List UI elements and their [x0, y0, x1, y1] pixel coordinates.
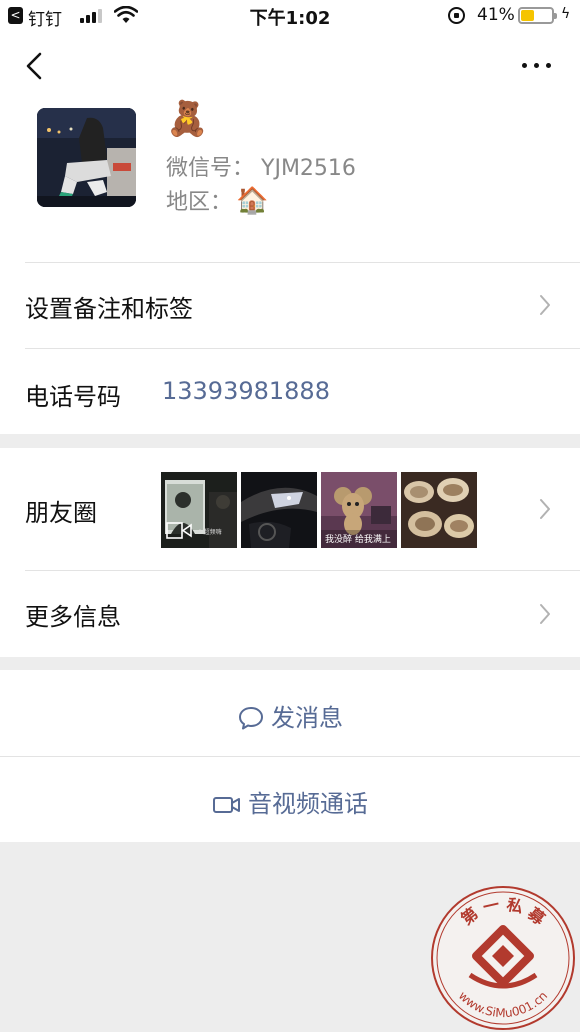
chat-bubble-icon	[239, 707, 263, 730]
more-info-row[interactable]: 更多信息	[0, 570, 580, 657]
video-call-action: 音视频通话	[0, 784, 580, 819]
send-message-label: 发消息	[271, 704, 343, 732]
moment-thumb-oysters	[401, 472, 477, 548]
remark-tags-row[interactable]: 设置备注和标签	[0, 262, 580, 348]
send-message-action: 发消息	[0, 698, 580, 733]
wechat-id-row: 微信号： YJM2516	[166, 150, 356, 182]
moment-thumb-video: ᐅ超频嗨	[161, 472, 237, 548]
moment-thumb-video-caption: ᐅ超频嗨	[199, 529, 222, 536]
chevron-right-icon	[540, 295, 550, 315]
moment-thumb-caption: 我没醉 给我满上	[325, 535, 391, 545]
actions-card: 发消息 音视频通话	[0, 670, 580, 842]
video-camera-icon	[213, 797, 240, 813]
orientation-lock-icon	[448, 7, 465, 24]
video-call-button[interactable]: 音视频通话	[0, 756, 580, 842]
moment-thumb-meme: 我没醉 给我满上	[321, 472, 397, 548]
phone-label: 电话号码	[25, 383, 121, 411]
moments-card: 朋友圈 ᐅ超频嗨 我没醉 给我满上 更多信息	[0, 448, 580, 657]
moments-label: 朋友圈	[25, 499, 97, 527]
status-bar: < 钉钉 下午1:02 41% ϟ	[0, 0, 580, 32]
send-message-button[interactable]: 发消息	[0, 670, 580, 756]
wechat-id-value: YJM2516	[261, 156, 356, 181]
video-call-label: 音视频通话	[248, 790, 368, 818]
moments-row[interactable]: 朋友圈 ᐅ超频嗨 我没醉 给我满上	[0, 448, 580, 570]
battery-percent: 41%	[477, 5, 515, 25]
chevron-right-icon	[540, 499, 550, 519]
nickname: 🧸	[166, 99, 209, 139]
charging-bolt-icon: ϟ	[561, 6, 571, 22]
region-row: 地区： 🏠	[166, 184, 268, 216]
chevron-left-icon[interactable]	[22, 52, 48, 80]
chevron-right-icon	[540, 604, 550, 624]
more-info-label: 更多信息	[25, 603, 121, 631]
wechat-id-label: 微信号：	[166, 156, 255, 181]
region-value: 🏠	[236, 186, 269, 216]
moment-thumb-car	[241, 472, 317, 548]
avatar[interactable]	[37, 108, 136, 207]
watermark-stamp: 第 一 私 募 www.SiMu001.cn	[430, 885, 576, 1031]
phone-number-link[interactable]: 13393981888	[162, 377, 330, 405]
phone-row[interactable]: 电话号码 13393981888	[0, 348, 580, 434]
region-label: 地区：	[166, 190, 233, 215]
profile-header: 🧸 微信号： YJM2516 地区： 🏠	[0, 32, 580, 262]
info-card: 设置备注和标签 电话号码 13393981888	[0, 262, 580, 434]
battery-icon	[518, 7, 557, 24]
more-dots-icon[interactable]	[520, 54, 554, 74]
remark-tags-label: 设置备注和标签	[25, 295, 193, 323]
